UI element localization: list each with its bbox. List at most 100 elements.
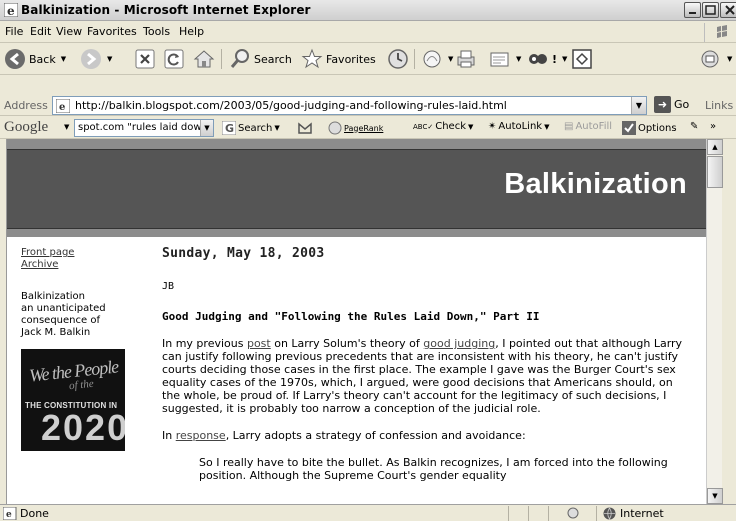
globe-icon <box>603 507 616 520</box>
messenger-button[interactable]: ! ▼ <box>527 47 567 71</box>
menu-view[interactable]: View <box>56 25 82 38</box>
discuss-button[interactable] <box>571 47 593 71</box>
menu-help[interactable]: Help <box>179 25 204 38</box>
chevron-up-icon: ▲ <box>712 143 718 151</box>
link-response[interactable]: response <box>176 429 226 442</box>
discuss-icon <box>572 49 592 69</box>
printer-icon <box>457 50 475 68</box>
google-search-input[interactable]: spot.com "rules laid down" ▼ <box>74 119 214 137</box>
autofill-label: AutoFill <box>575 121 613 132</box>
blurb-line: Balkinization <box>21 291 85 302</box>
autofill-button[interactable]: ▤ AutoFill <box>564 121 612 132</box>
mail-icon <box>423 50 441 68</box>
home-button[interactable] <box>193 47 215 71</box>
link-post[interactable]: post <box>247 337 271 350</box>
svg-text:e: e <box>59 102 65 113</box>
close-button[interactable] <box>720 2 736 18</box>
autolink-button[interactable]: ✴ AutoLink ▼ <box>488 121 549 132</box>
history-button[interactable] <box>387 47 409 71</box>
minimize-button[interactable] <box>684 2 701 18</box>
blog-title[interactable]: Balkinization <box>504 168 687 201</box>
menu-edit[interactable]: Edit <box>30 25 51 38</box>
chevron-down-icon[interactable]: ▼ <box>64 123 69 131</box>
minimize-icon <box>689 12 696 14</box>
back-button[interactable]: Back ▼ <box>4 47 66 71</box>
chevron-down-icon: ▼ <box>727 55 733 63</box>
toolbar-separator <box>414 49 415 69</box>
svg-text:e: e <box>7 4 15 17</box>
vertical-scrollbar[interactable]: ▲ ▼ <box>706 139 723 504</box>
scroll-down-button[interactable]: ▼ <box>707 488 723 504</box>
address-bar: Address e http://balkin.blogspot.com/200… <box>0 95 736 116</box>
google-query-dropdown[interactable]: ▼ <box>200 120 213 136</box>
research-icon <box>701 50 719 68</box>
text: on Larry Solum's theory of <box>270 337 424 350</box>
google-toolbar: Google ▼ spot.com "rules laid down" ▼ G … <box>0 117 736 139</box>
pagerank-button[interactable]: PageRank <box>328 121 383 135</box>
spellcheck-button[interactable]: ABC✓ Check ▼ <box>413 121 473 132</box>
chevron-down-icon: ▼ <box>562 55 568 63</box>
post-title: Good Judging and "Following the Rules La… <box>162 310 540 323</box>
star-icon <box>301 48 323 69</box>
ie-page-icon: e <box>56 99 70 113</box>
chevron-down-icon: ▼ <box>635 101 643 110</box>
pagerank-icon <box>328 121 342 135</box>
status-pane <box>548 506 549 521</box>
edit-button[interactable]: ▼ <box>489 47 521 71</box>
address-input[interactable]: e http://balkin.blogspot.com/2003/05/goo… <box>52 96 647 115</box>
toolbar-separator <box>221 49 222 69</box>
back-label: Back <box>29 52 56 66</box>
address-dropdown[interactable]: ▼ <box>631 97 646 114</box>
favorites-button[interactable]: Favorites <box>301 47 376 71</box>
text: , Larry adopts a strategy of confession … <box>225 429 526 442</box>
toolbar-overflow-chevron[interactable]: » <box>710 121 716 132</box>
google-query: spot.com "rules laid down" <box>78 122 213 133</box>
links-toolbar[interactable]: Links <box>705 99 733 112</box>
book-cover-script-2: of the <box>68 377 95 393</box>
sidebar-link-archive[interactable]: Archive <box>21 259 141 271</box>
menu-favorites[interactable]: Favorites <box>87 25 137 38</box>
highlight-button[interactable]: ✎ <box>690 121 698 132</box>
go-arrow-icon: ➜ <box>654 96 671 113</box>
scroll-thumb[interactable] <box>707 156 723 188</box>
sidebar-link-front-page[interactable]: Front page <box>21 247 141 259</box>
forward-button[interactable]: ▼ <box>80 47 112 71</box>
google-search-button[interactable]: G Search ▼ <box>222 121 280 135</box>
research-button[interactable]: ▼ <box>700 47 732 71</box>
pagerank-label: PageRank <box>344 123 384 133</box>
google-logo[interactable]: Google <box>4 119 48 136</box>
book-cover-image[interactable]: We the People of the THE CONSTITUTION IN… <box>21 349 125 451</box>
chevron-down-icon: ▼ <box>544 122 550 131</box>
options-label: Options <box>638 122 677 134</box>
menu-tools[interactable]: Tools <box>143 25 170 38</box>
blurb-line: consequence of <box>21 315 100 326</box>
menu-bar: File Edit View Favorites Tools Help <box>0 21 736 43</box>
refresh-icon <box>164 49 184 69</box>
chevron-down-icon: ▼ <box>448 55 454 63</box>
link-good-judging[interactable]: good judging <box>423 337 495 350</box>
chevron-down-icon: ▼ <box>204 124 210 132</box>
search-button[interactable]: Search <box>229 47 292 71</box>
print-button[interactable] <box>455 47 477 71</box>
mail-button[interactable]: ▼ <box>421 47 453 71</box>
sidebar-blurb: Balkinization an unanticipated consequen… <box>21 291 141 339</box>
ie-logo-icon: e <box>4 3 18 17</box>
highlighter-icon: ✎ <box>690 121 699 132</box>
scroll-up-button[interactable]: ▲ <box>707 139 723 155</box>
refresh-button[interactable] <box>164 47 184 71</box>
security-zone[interactable]: Internet <box>603 507 664 520</box>
autolink-icon: ✴ <box>488 121 497 132</box>
spellcheck-icon: ABC✓ <box>413 122 434 131</box>
messenger-label: ! <box>552 52 558 66</box>
maximize-button[interactable] <box>702 2 719 18</box>
blog-banner: Balkinization <box>7 149 706 229</box>
gmail-button[interactable] <box>298 121 312 135</box>
blurb-line: Jack M. Balkin <box>21 327 91 338</box>
options-button[interactable]: Options <box>622 121 677 135</box>
ie-page-icon: e <box>3 507 17 520</box>
home-icon <box>193 50 215 68</box>
block-quote: So I really have to bite the bullet. As … <box>199 456 668 482</box>
menu-file[interactable]: File <box>5 25 23 38</box>
stop-button[interactable] <box>135 47 155 71</box>
go-button[interactable]: ➜ Go <box>654 96 689 113</box>
